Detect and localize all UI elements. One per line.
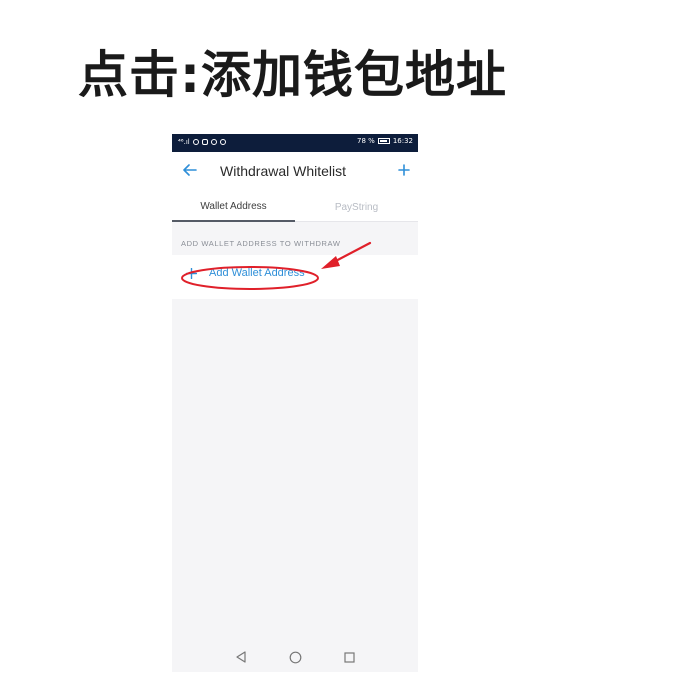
signal-icon: ⁴⁶.ıl bbox=[178, 138, 190, 146]
status-bar: ⁴⁶.ıl 78 % 16:32 bbox=[172, 134, 418, 152]
plus-icon bbox=[398, 164, 410, 176]
instruction-headline: 点击:添加钱包地址 bbox=[78, 46, 507, 104]
status-right: 78 % 16:32 bbox=[357, 137, 413, 145]
alarm-icon bbox=[192, 139, 199, 145]
add-wallet-address-button[interactable]: Add Wallet Address bbox=[186, 267, 305, 279]
page-title: Withdrawal Whitelist bbox=[220, 163, 347, 179]
bell-icon bbox=[219, 139, 226, 145]
arrow-left-icon bbox=[183, 164, 197, 176]
back-button[interactable] bbox=[180, 160, 200, 180]
tab-paystring[interactable]: PayString bbox=[295, 192, 418, 222]
circle-home-icon bbox=[289, 651, 301, 663]
notification-icon bbox=[201, 139, 208, 145]
tab-bar: Wallet Address PayString bbox=[172, 192, 418, 222]
add-whitelist-button[interactable] bbox=[394, 160, 414, 180]
tab-wallet-address[interactable]: Wallet Address bbox=[172, 192, 295, 222]
triangle-back-icon bbox=[236, 651, 246, 663]
plus-icon bbox=[186, 267, 197, 279]
clock: 16:32 bbox=[392, 137, 413, 145]
system-nav-bar bbox=[172, 642, 418, 672]
nav-back-button[interactable] bbox=[214, 642, 268, 672]
battery-percent: 78 % bbox=[357, 137, 375, 145]
status-left-icons: ⁴⁶.ıl bbox=[178, 138, 226, 146]
app-icon bbox=[210, 139, 217, 145]
section-header: ADD WALLET ADDRESS TO WITHDRAW bbox=[181, 239, 341, 248]
add-wallet-card: Add Wallet Address bbox=[172, 255, 418, 299]
nav-home-button[interactable] bbox=[268, 642, 322, 672]
add-wallet-address-label: Add Wallet Address bbox=[209, 267, 305, 279]
nav-recents-button[interactable] bbox=[322, 642, 376, 672]
phone-screenshot: ⁴⁶.ıl 78 % 16:32 Withdrawal Whitelist Wa… bbox=[172, 134, 418, 672]
app-bar: Withdrawal Whitelist bbox=[172, 152, 418, 192]
battery-icon bbox=[377, 138, 390, 144]
square-recents-icon bbox=[343, 651, 355, 663]
